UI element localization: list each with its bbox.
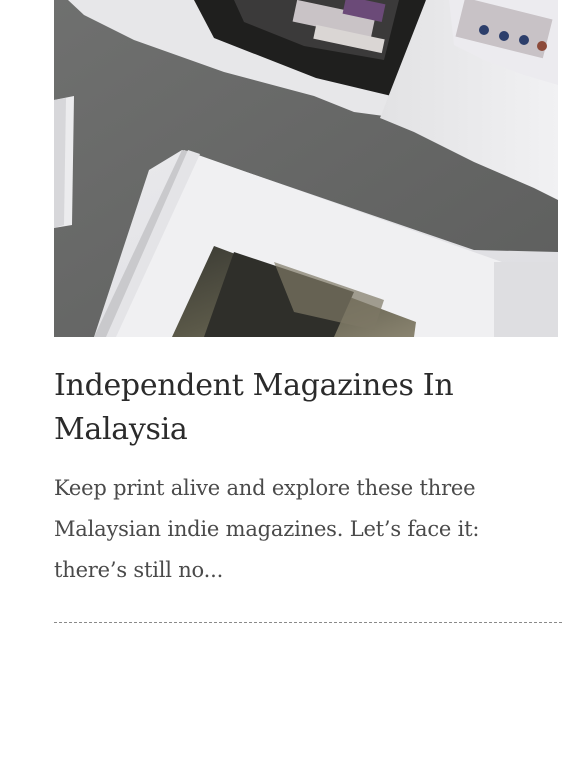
article-card: Independent Magazines In Malaysia Keep p… <box>54 0 558 591</box>
magazines-photo <box>54 0 558 337</box>
article-thumbnail[interactable] <box>54 0 558 337</box>
dotted-divider <box>54 622 562 623</box>
article-excerpt: Keep print alive and explore these three… <box>54 476 480 582</box>
article-title[interactable]: Independent Magazines In Malaysia <box>54 364 558 452</box>
